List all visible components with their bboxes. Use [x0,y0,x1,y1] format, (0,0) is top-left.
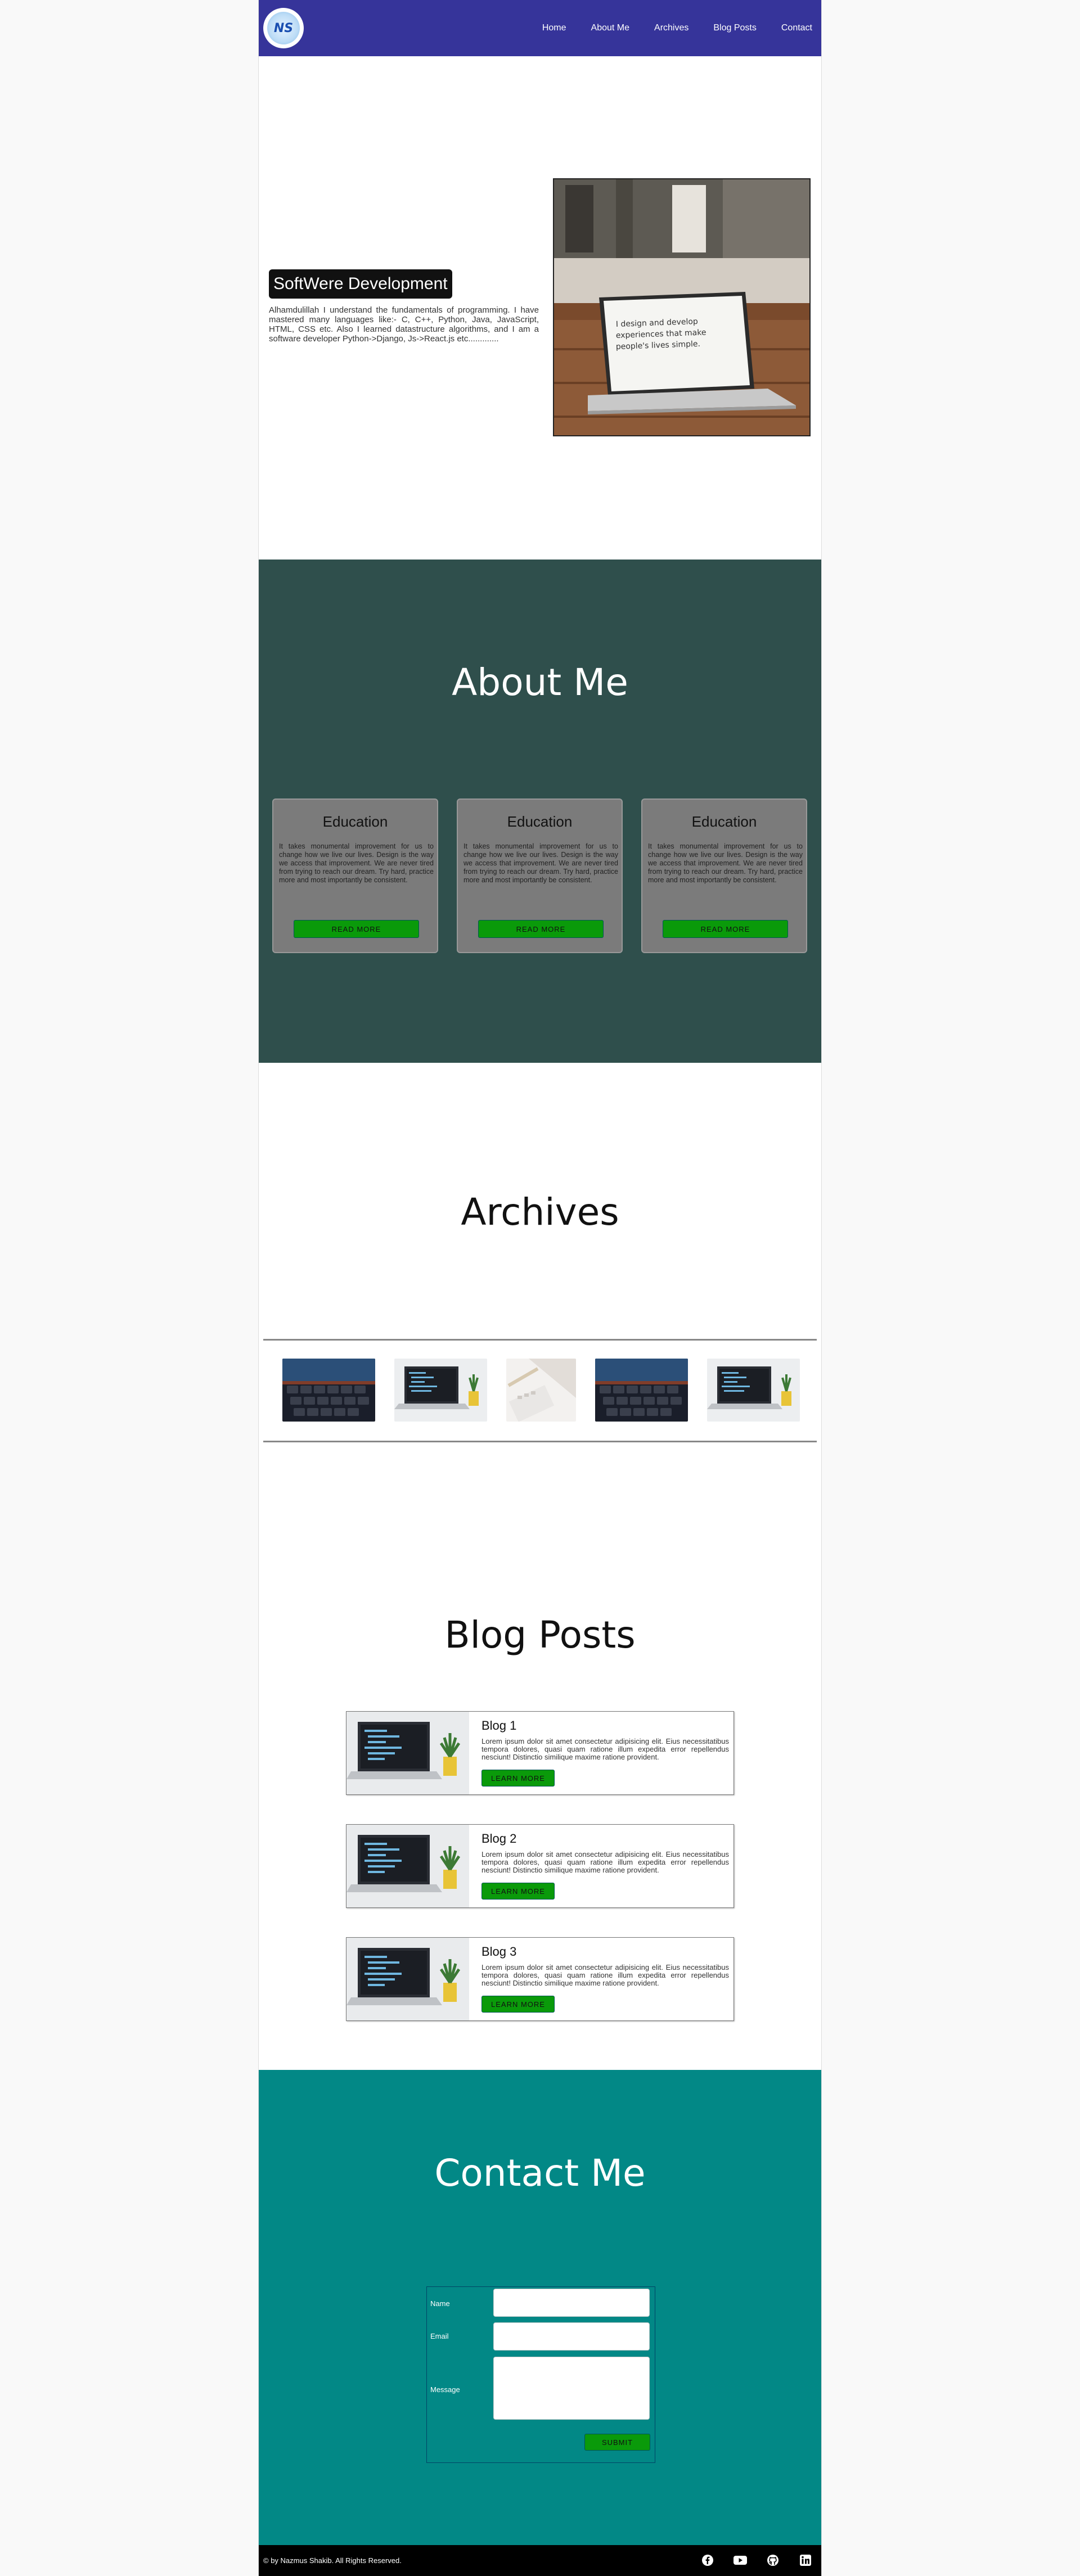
facebook-icon[interactable] [701,2554,714,2567]
blog-post-text: Lorem ipsum dolor sit amet consectetur a… [482,1963,729,1987]
contact-form: Name Email Message SUBMIT [426,2286,655,2463]
about-card: Education It takes monumental improvemen… [272,798,438,953]
read-more-button[interactable]: READ MORE [478,920,604,938]
about-card: Education It takes monumental improvemen… [641,798,807,953]
linkedin-icon[interactable] [799,2554,812,2567]
blog-post: Blog 1 Lorem ipsum dolor sit amet consec… [346,1711,734,1795]
card-title: Education [691,813,757,830]
contact-section: Contact Me Name Email Message SUBMIT [259,2070,821,2545]
nav-home[interactable]: Home [542,23,566,33]
nav-contact[interactable]: Contact [781,23,812,33]
divider [263,1441,817,1442]
social-icons [701,2554,812,2567]
archive-thumb-keyboard[interactable] [595,1359,688,1422]
copyright-text: © by Nazmus Shakib. All Rights Reserved. [263,2556,402,2565]
blog-post-title: Blog 1 [482,1718,517,1733]
about-card: Education It takes monumental improvemen… [457,798,623,953]
email-label: Email [430,2332,449,2340]
blog-post-text: Lorem ipsum dolor sit amet consectetur a… [482,1850,729,1874]
learn-more-button[interactable]: LEARN MORE [482,1996,555,2013]
email-field[interactable] [493,2322,650,2351]
about-section: About Me Education It takes monumental i… [259,560,821,1063]
page: NS Home About Me Archives Blog Posts Con… [258,0,822,2576]
navbar: NS Home About Me Archives Blog Posts Con… [259,0,821,56]
site-logo[interactable]: NS [263,8,304,48]
blog-post: Blog 3 Lorem ipsum dolor sit amet consec… [346,1937,734,2021]
nav-about[interactable]: About Me [591,23,629,33]
blog-heading: Blog Posts [444,1613,636,1657]
read-more-button[interactable]: READ MORE [663,920,788,938]
name-field[interactable] [493,2289,650,2317]
hero-title: SoftWere Development [269,269,452,299]
youtube-icon[interactable] [734,2554,747,2567]
blog-post-title: Blog 2 [482,1831,517,1846]
message-field[interactable] [493,2357,650,2420]
hero-text: Alhamdulillah I understand the fundament… [269,305,539,344]
hero-laptop-image: I design and develop experiences that ma… [553,178,811,436]
learn-more-button[interactable]: LEARN MORE [482,1883,555,1900]
read-more-button[interactable]: READ MORE [294,920,419,938]
blog-post-image [346,1825,469,1907]
message-label: Message [430,2385,460,2394]
learn-more-button[interactable]: LEARN MORE [482,1770,555,1786]
archive-thumb-laptop[interactable] [707,1359,800,1422]
footer: © by Nazmus Shakib. All Rights Reserved. [259,2545,821,2576]
archives-heading: Archives [461,1190,619,1234]
archive-thumb-keyboard[interactable] [282,1359,375,1422]
nav-links: Home About Me Archives Blog Posts Contac… [542,0,812,56]
nav-archives[interactable]: Archives [654,23,688,33]
logo-text: NS [267,12,300,44]
card-title: Education [322,813,388,830]
submit-button[interactable]: SUBMIT [584,2434,650,2451]
blog-post-title: Blog 3 [482,1945,517,1959]
card-text: It takes monumental improvement for us t… [648,842,803,884]
divider [263,1339,817,1341]
github-icon[interactable] [766,2554,780,2567]
blog-post: Blog 2 Lorem ipsum dolor sit amet consec… [346,1824,734,1908]
blog-post-text: Lorem ipsum dolor sit amet consectetur a… [482,1737,729,1761]
card-title: Education [507,813,573,830]
blog-post-image [346,1712,469,1794]
archive-thumb-laptop[interactable] [394,1359,487,1422]
contact-heading: Contact Me [434,2151,646,2195]
archive-thumb-desk[interactable] [506,1359,576,1422]
blog-post-image [346,1938,469,2020]
about-heading: About Me [452,661,628,704]
card-text: It takes monumental improvement for us t… [464,842,618,884]
name-label: Name [430,2299,450,2308]
card-text: It takes monumental improvement for us t… [279,842,434,884]
nav-blog-posts[interactable]: Blog Posts [713,23,756,33]
